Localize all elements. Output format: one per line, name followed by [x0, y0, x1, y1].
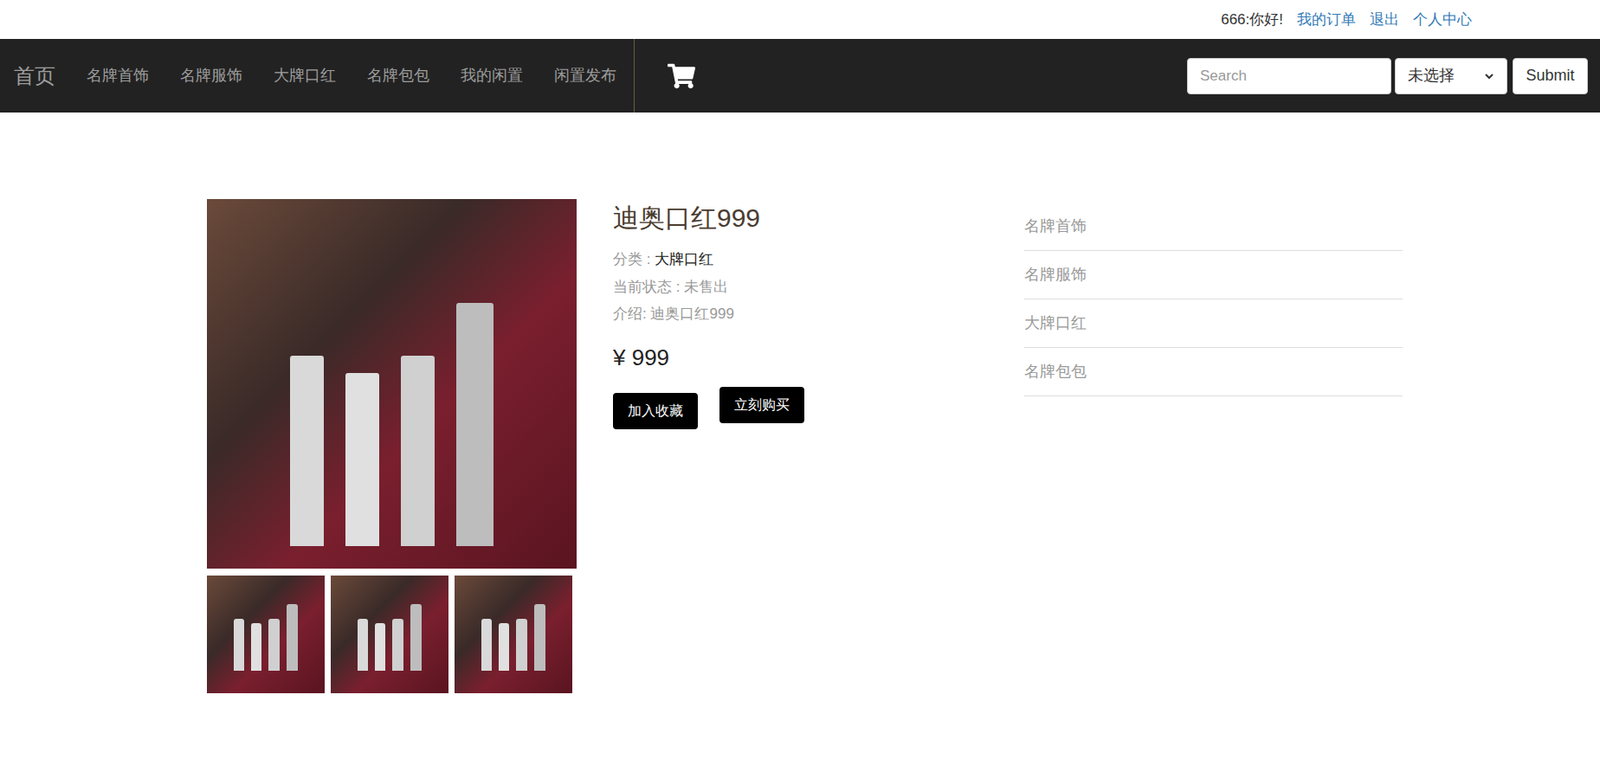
nav-item[interactable]: 大牌口红 — [258, 64, 352, 88]
category-sidebar: 名牌首饰名牌服饰大牌口红名牌包包 — [1024, 199, 1403, 694]
product-field: 介绍: 迪奥口红999 — [612, 303, 1025, 326]
category-select[interactable]: 未选择 — [1394, 58, 1508, 95]
nav-item[interactable]: 我的闲置 — [445, 64, 539, 88]
nav-item[interactable]: 名牌首饰 — [70, 64, 165, 88]
main-image — [206, 199, 577, 569]
content: 迪奥口红999 分类 : 大牌口红当前状态 : 未售出介绍: 迪奥口红999 ¥ 9… — [0, 112, 1600, 694]
sidebar-item[interactable]: 名牌包包 — [1024, 348, 1403, 397]
sidebar-item[interactable]: 名牌服饰 — [1024, 251, 1403, 300]
top-bar: 666:你好! 我的订单退出个人中心 — [0, 0, 1600, 39]
top-link[interactable]: 我的订单 — [1296, 8, 1356, 32]
cart-icon[interactable] — [667, 62, 696, 91]
greeting: 666:你好! — [1220, 8, 1284, 32]
brand[interactable]: 首页 — [13, 60, 71, 92]
nav-item[interactable]: 名牌服饰 — [164, 64, 259, 88]
product-field: 当前状态 : 未售出 — [612, 276, 1025, 299]
thumbnail — [454, 575, 573, 694]
submit-button[interactable]: Submit — [1512, 58, 1588, 95]
search-input[interactable] — [1187, 58, 1392, 95]
price: ¥ 999 — [612, 341, 1025, 375]
product-title: 迪奥口红999 — [612, 200, 1025, 235]
thumbnail — [206, 575, 325, 694]
gallery — [206, 199, 577, 694]
product-info: 迪奥口红999 分类 : 大牌口红当前状态 : 未售出介绍: 迪奥口红999 ¥ 9… — [612, 199, 1025, 694]
top-link[interactable]: 退出 — [1369, 8, 1400, 32]
nav-item[interactable]: 闲置发布 — [538, 64, 633, 88]
navbar: 首页名牌首饰名牌服饰大牌口红名牌包包我的闲置闲置发布 未选择Submit — [0, 38, 1600, 113]
top-link[interactable]: 个人中心 — [1412, 8, 1472, 32]
sidebar-item[interactable]: 名牌首饰 — [1024, 202, 1403, 252]
search-form: 未选择Submit — [1187, 58, 1588, 95]
nav-divider — [633, 38, 635, 113]
nav-item[interactable]: 名牌包包 — [351, 64, 446, 88]
chevron-down-icon — [1483, 70, 1495, 82]
page: 666:你好!我的订单退出个人中心首页名牌首饰名牌服饰大牌口红名牌包包我的闲置闲… — [0, 0, 1600, 759]
sidebar-item[interactable]: 大牌口红 — [1024, 299, 1403, 349]
action-button[interactable]: 加入收藏 — [612, 393, 698, 430]
thumbnail — [330, 575, 449, 694]
action-button[interactable]: 立刻购买 — [719, 387, 805, 424]
product-field: 分类 : 大牌口红 — [612, 248, 1025, 271]
